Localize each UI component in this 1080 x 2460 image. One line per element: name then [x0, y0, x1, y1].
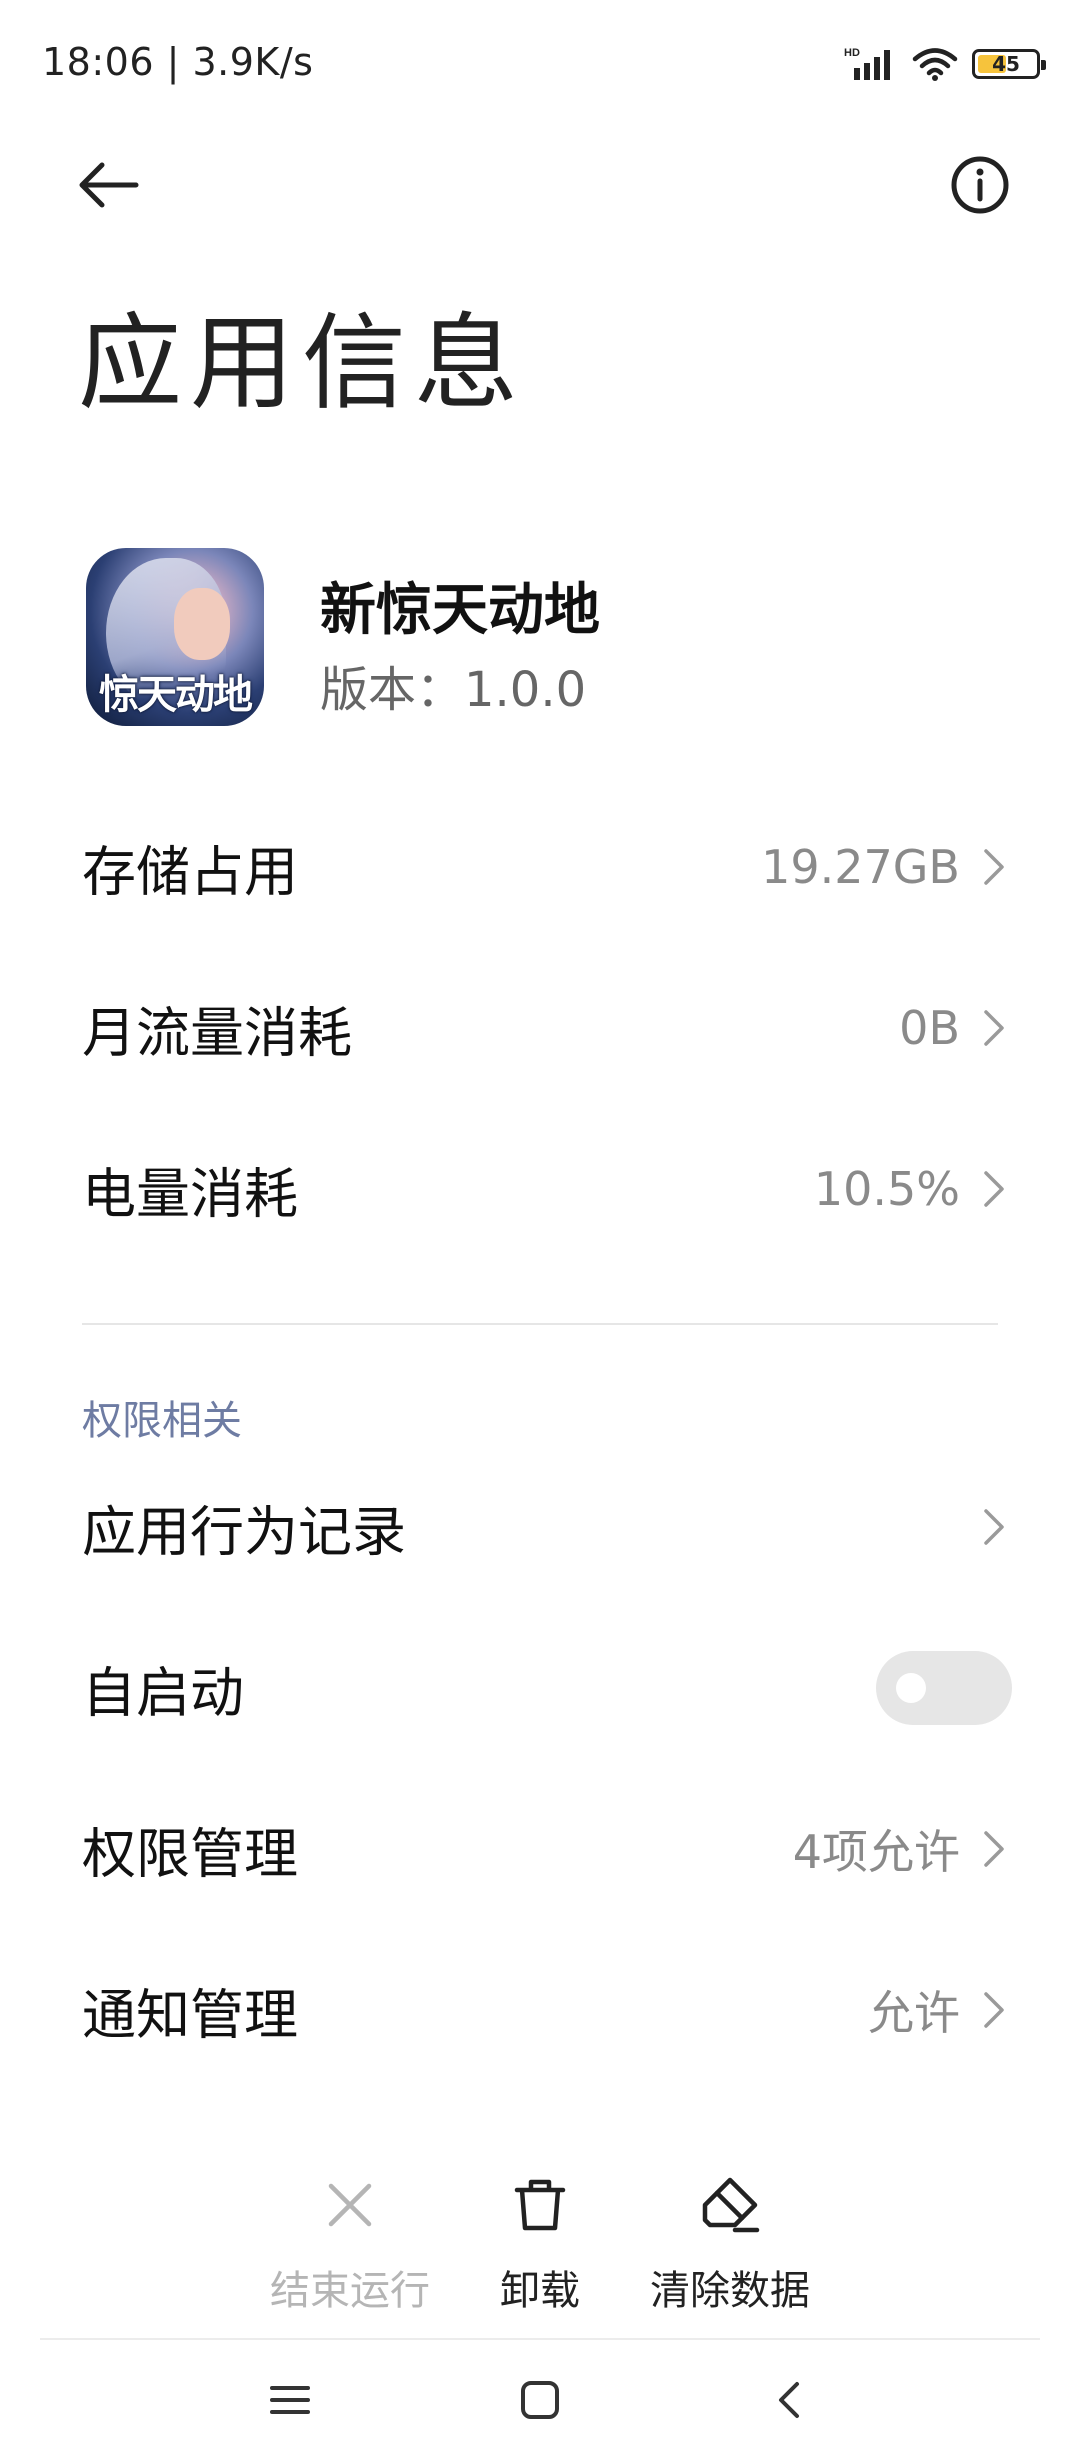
- force-stop-button[interactable]: 结束运行: [270, 2170, 430, 2316]
- app-icon: 惊天动地: [86, 548, 264, 726]
- back-chevron-icon: [779, 2382, 799, 2418]
- info-button[interactable]: [940, 145, 1020, 225]
- row-value: 4项允许: [792, 1825, 960, 1879]
- chevron-right-icon: [984, 849, 1004, 885]
- back-button[interactable]: [68, 145, 148, 225]
- row-label: 通知管理: [82, 1983, 298, 2047]
- row-label: 自启动: [82, 1661, 244, 1725]
- notification-management-row[interactable]: 通知管理 允许: [0, 1940, 1080, 2080]
- section-divider: [82, 1323, 998, 1325]
- row-value: 10.5%: [813, 1162, 960, 1216]
- chevron-right-icon: [984, 1010, 1004, 1046]
- app-behavior-record-row[interactable]: 应用行为记录: [0, 1457, 1080, 1597]
- page-title: 应用信息: [78, 302, 527, 424]
- row-label: 权限管理: [82, 1822, 298, 1886]
- chevron-right-icon: [984, 1171, 1004, 1207]
- permission-management-row[interactable]: 权限管理 4项允许: [0, 1779, 1080, 1919]
- toggle-knob: [896, 1673, 926, 1703]
- row-value: 19.27GB: [761, 840, 960, 894]
- recent-apps-button[interactable]: [250, 2360, 330, 2440]
- chevron-right-icon: [984, 1831, 1004, 1867]
- autostart-row: 自启动: [0, 1618, 1080, 1758]
- status-time: 18:06 | 3.9K/s: [42, 40, 314, 84]
- status-icons: HD 45: [844, 42, 1046, 86]
- row-value: 允许: [868, 1986, 960, 2040]
- row-value: 0B: [899, 1001, 960, 1055]
- chevron-right-icon: [984, 1992, 1004, 2028]
- action-label: 清除数据: [650, 2268, 810, 2314]
- row-label: 月流量消耗: [82, 1001, 352, 1065]
- battery-usage-row[interactable]: 电量消耗 10.5%: [0, 1119, 1080, 1259]
- app-version: 版本：1.0.0: [320, 662, 587, 718]
- nav-back-button[interactable]: [750, 2360, 830, 2440]
- row-label: 存储占用: [82, 840, 298, 904]
- eraser-icon: [702, 2177, 760, 2233]
- back-arrow-icon: [79, 162, 139, 208]
- action-label: 结束运行: [270, 2268, 430, 2314]
- clear-data-button[interactable]: 清除数据: [640, 2170, 820, 2316]
- home-button[interactable]: [500, 2360, 580, 2440]
- info-icon: [951, 156, 1009, 214]
- chevron-right-icon: [984, 1509, 1004, 1545]
- app-name: 新惊天动地: [320, 578, 600, 643]
- hd-badge: HD: [844, 47, 860, 59]
- menu-icon: [270, 2386, 310, 2414]
- navigation-bar: [0, 2360, 1080, 2460]
- close-icon: [328, 2183, 372, 2227]
- trash-icon: [514, 2179, 566, 2231]
- wifi-icon: [912, 48, 958, 81]
- autostart-toggle[interactable]: [876, 1651, 1012, 1725]
- home-square-icon: [521, 2381, 559, 2419]
- bottom-divider: [40, 2338, 1040, 2340]
- data-usage-row[interactable]: 月流量消耗 0B: [0, 958, 1080, 1098]
- battery-level: 45: [992, 52, 1020, 76]
- row-label: 应用行为记录: [82, 1500, 406, 1564]
- storage-row[interactable]: 存储占用 19.27GB: [0, 797, 1080, 937]
- action-label: 卸载: [500, 2268, 580, 2314]
- app-icon-text: 惊天动地: [99, 672, 253, 718]
- signal-icon: HD: [844, 47, 890, 80]
- battery-icon: 45: [972, 49, 1046, 79]
- uninstall-button[interactable]: 卸载: [480, 2170, 600, 2316]
- row-label: 电量消耗: [82, 1162, 298, 1226]
- section-header-permissions: 权限相关: [82, 1398, 242, 1444]
